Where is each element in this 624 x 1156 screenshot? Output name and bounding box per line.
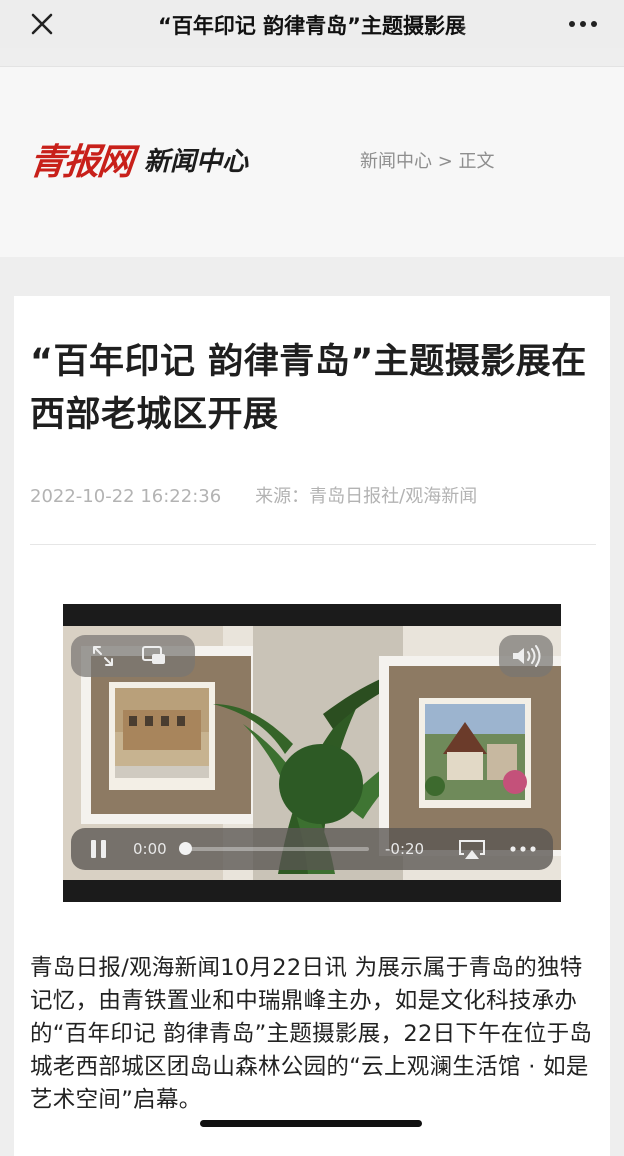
video-progress-bar[interactable] — [179, 842, 369, 855]
video-player[interactable]: 0:00 -0:20 — [63, 604, 561, 902]
breadcrumb[interactable]: 新闻中心 > 正文 — [360, 147, 495, 173]
current-time: 0:00 — [133, 840, 167, 858]
top-nav-bar: “百年印记 韵律青岛”主题摄影展 — [0, 0, 624, 48]
volume-icon[interactable] — [510, 644, 542, 668]
progress-knob[interactable] — [179, 842, 192, 855]
logo-section-name: 新闻中心 — [144, 146, 249, 177]
airplay-icon[interactable] — [457, 838, 487, 860]
video-top-left-controls — [71, 635, 195, 677]
publish-date: 2022-10-22 16:22:36 — [30, 486, 222, 507]
fullscreen-icon[interactable] — [91, 644, 115, 668]
logo-brand: 青报网 — [27, 141, 134, 183]
site-logo[interactable]: 青报网 新闻中心 — [27, 129, 249, 189]
more-icon[interactable] — [568, 15, 598, 33]
close-icon[interactable] — [28, 10, 56, 38]
more-options-icon[interactable] — [509, 845, 537, 853]
nav-title: “百年印记 韵律青岛”主题摄影展 — [158, 14, 466, 38]
article-body: 青岛日报/观海新闻10月22日讯 为展示属于青岛的独特记忆，由青铁置业和中瑞鼎峰… — [30, 955, 593, 1113]
divider — [30, 544, 596, 545]
site-header: 青报网 新闻中心 新闻中心 > 正文 — [0, 66, 624, 257]
article-card: “百年印记 韵律青岛”主题摄影展在西部老城区开展 2022-10-22 16:2… — [14, 296, 610, 1156]
picture-in-picture-icon[interactable] — [141, 645, 167, 667]
pause-icon[interactable] — [91, 840, 111, 858]
article-title: “百年印记 韵律青岛”主题摄影展在西部老城区开展 — [30, 342, 587, 435]
video-volume-control — [499, 635, 553, 677]
video-control-bar: 0:00 -0:20 — [71, 828, 553, 870]
remaining-time: -0:20 — [385, 840, 425, 858]
home-indicator[interactable] — [200, 1120, 422, 1127]
article-meta: 2022-10-22 16:22:36 来源：青岛日报社/观海新闻 — [30, 482, 477, 508]
article-source: 来源：青岛日报社/观海新闻 — [255, 486, 478, 507]
